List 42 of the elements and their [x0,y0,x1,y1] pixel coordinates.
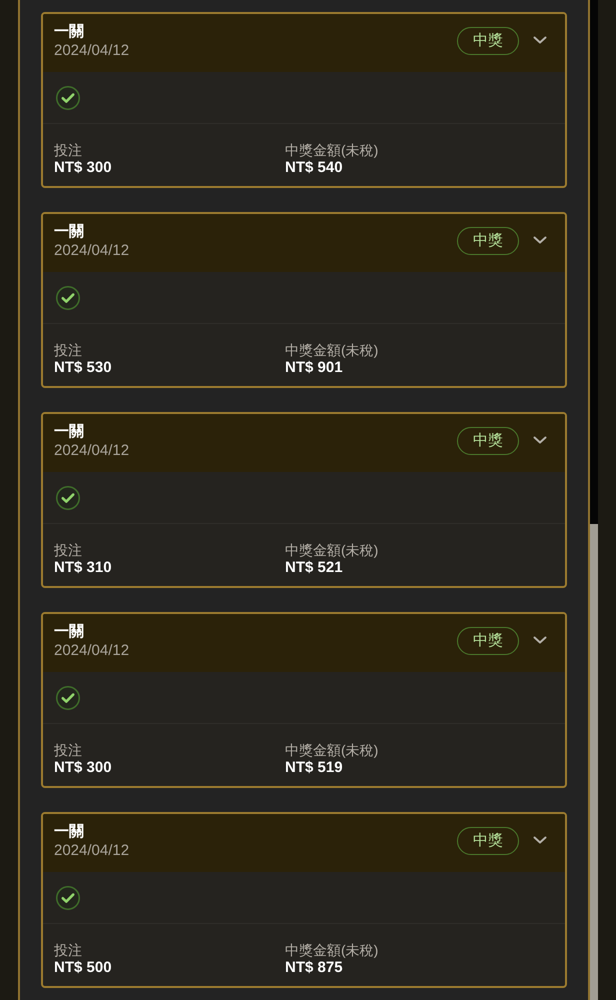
payout-amount: NT$ 519 [285,759,343,776]
chevron-down-icon[interactable] [533,236,547,244]
bet-title: 一關 [54,22,84,41]
stake-amount: NT$ 500 [54,959,112,976]
stake-label: 投注 [54,742,82,759]
payout-label: 中獎金額(未稅) [285,342,378,359]
bet-date: 2024/04/12 [54,241,130,260]
stake-label: 投注 [54,542,82,559]
payout-label: 中獎金額(未稅) [285,142,378,159]
bet-date: 2024/04/12 [54,441,130,460]
stake-amount: NT$ 300 [54,159,112,176]
bet-date: 2024/04/12 [54,841,130,860]
status-badge: 中獎 [457,226,519,254]
payout-amount: NT$ 540 [285,159,343,176]
payout-amount: NT$ 875 [285,959,343,976]
bet-date: 2024/04/12 [54,41,130,60]
payout-label: 中獎金額(未稅) [285,542,378,559]
status-badge: 中獎 [457,26,519,54]
chevron-down-icon[interactable] [533,836,547,844]
status-badge: 中獎 [457,626,519,654]
bet-title: 一關 [54,222,84,241]
stake-amount: NT$ 530 [54,359,112,376]
chevron-down-icon[interactable] [533,36,547,44]
bet-date: 2024/04/12 [54,641,130,660]
payout-amount: NT$ 521 [285,559,343,576]
status-badge: 中獎 [457,826,519,854]
bet-title: 一關 [54,422,84,441]
bet-title: 一關 [54,622,84,641]
payout-label: 中獎金額(未稅) [285,942,378,959]
stake-label: 投注 [54,942,82,959]
payout-amount: NT$ 901 [285,359,343,376]
scrollbar-thumb[interactable] [590,524,598,1000]
stake-label: 投注 [54,142,82,159]
payout-label: 中獎金額(未稅) [285,742,378,759]
chevron-down-icon[interactable] [533,636,547,644]
stake-label: 投注 [54,342,82,359]
chevron-down-icon[interactable] [533,436,547,444]
scrollbar-track[interactable] [590,0,598,1000]
status-badge: 中獎 [457,426,519,454]
stake-amount: NT$ 310 [54,559,112,576]
bet-title: 一關 [54,822,84,841]
stake-amount: NT$ 300 [54,759,112,776]
